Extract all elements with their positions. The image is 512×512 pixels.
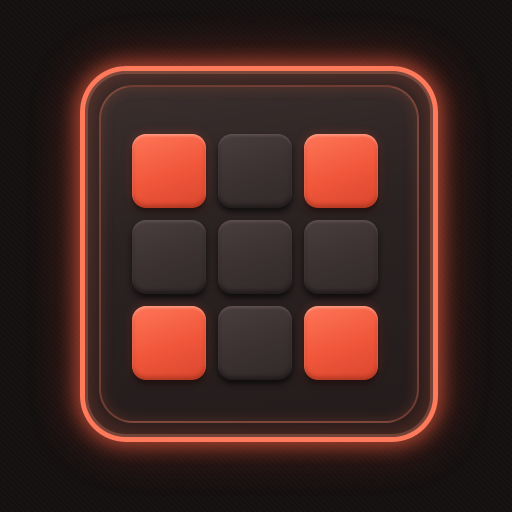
pad-r3-c2[interactable]: [218, 306, 292, 380]
pad-r1-c3[interactable]: [304, 134, 378, 208]
pad-r2-c1[interactable]: [132, 220, 206, 294]
pad-r2-c3[interactable]: [304, 220, 378, 294]
pad-r1-c1[interactable]: [132, 134, 206, 208]
pad-r1-c2[interactable]: [218, 134, 292, 208]
pad-r2-c2[interactable]: [218, 220, 292, 294]
pad-r3-c1[interactable]: [132, 306, 206, 380]
pad-r3-c3[interactable]: [304, 306, 378, 380]
